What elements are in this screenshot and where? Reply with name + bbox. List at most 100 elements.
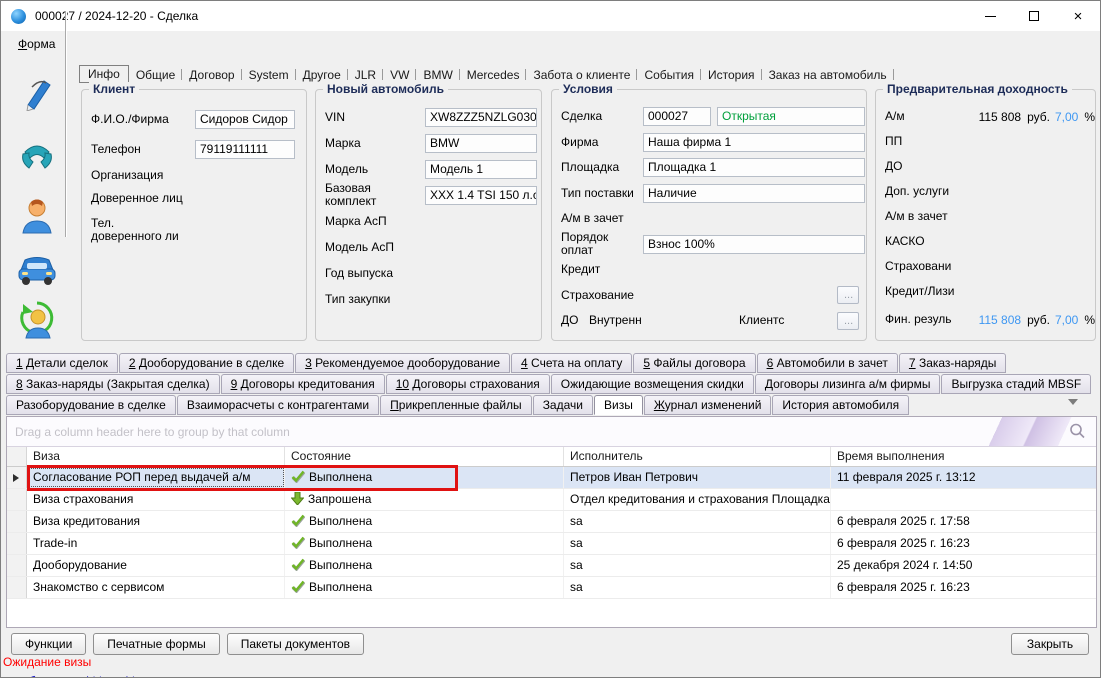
cell-executor[interactable]: sa <box>564 577 831 598</box>
cell-viza[interactable]: Дооборудование <box>27 555 285 576</box>
cell-time[interactable]: 6 февраля 2025 г. 16:23 <box>831 577 1096 598</box>
cell-viza[interactable]: Trade-in <box>27 533 285 554</box>
cell-viza[interactable]: Виза кредитования <box>27 511 285 532</box>
check-icon <box>291 513 305 532</box>
field-input[interactable]: XW8ZZZ5NZLG030261 <box>425 108 537 127</box>
menu-item-forma[interactable]: Форма <box>18 37 55 51</box>
maximize-icon[interactable] <box>1012 1 1056 31</box>
detail-tab-0-4[interactable]: 5 Файлы договора <box>633 353 755 373</box>
field-input[interactable]: 000027 <box>643 107 711 126</box>
close-form-button[interactable]: Закрыть <box>1011 633 1089 655</box>
top-tab-8[interactable]: Mercedes <box>460 66 527 83</box>
cell-time[interactable]: 11 февраля 2025 г. 13:12 <box>831 467 1096 488</box>
cell-viza[interactable]: Виза страхования <box>27 489 285 510</box>
person-icon[interactable] <box>15 195 59 237</box>
field-input-status[interactable]: Открытая <box>717 107 865 126</box>
detail-tab-2-3[interactable]: Задачи <box>533 395 593 415</box>
search-icon[interactable] <box>1068 422 1086 443</box>
cell-executor[interactable]: sa <box>564 555 831 576</box>
column-header-1[interactable]: Состояние <box>285 447 564 466</box>
field-input[interactable]: Сидоров Сидор <box>195 110 295 129</box>
column-header-0[interactable]: Виза <box>27 447 285 466</box>
cell-viza[interactable]: Согласование РОП перед выдачей а/м <box>27 467 285 488</box>
detail-tab-2-1[interactable]: Взаиморасчеты с контрагентами <box>177 395 379 415</box>
detail-tab-2-2[interactable]: Прикрепленные файлы <box>380 395 532 415</box>
chevron-down-icon[interactable] <box>1068 399 1078 405</box>
ellipsis-button[interactable]: ... <box>837 286 859 304</box>
minimize-icon[interactable] <box>968 1 1012 31</box>
field-input[interactable]: 79119111111 <box>195 140 295 159</box>
field-input[interactable]: XXX 1.4 TSI 150 л.с. ( <box>425 186 537 205</box>
column-header-3[interactable]: Время выполнения <box>831 447 1096 466</box>
car-icon[interactable] <box>15 249 59 291</box>
footer-button-0[interactable]: Функции <box>11 633 86 655</box>
field-input[interactable]: Наличие <box>643 184 865 203</box>
cell-time[interactable] <box>831 489 1096 510</box>
field-input[interactable]: Площадка 1 <box>643 158 865 177</box>
ellipsis-button[interactable]: ... <box>837 312 859 330</box>
top-tab-10[interactable]: События <box>637 66 701 83</box>
top-tab-3[interactable]: System <box>242 66 296 83</box>
detail-tab-0-0[interactable]: 1 Детали сделок <box>6 353 118 373</box>
top-tab-2[interactable]: Договор <box>182 66 241 83</box>
person-sync-icon[interactable] <box>15 299 59 341</box>
cell-state[interactable]: Выполнена <box>285 467 564 488</box>
table-row[interactable]: Виза кредитованияВыполненаsa6 февраля 20… <box>7 511 1096 533</box>
field-input[interactable]: BMW <box>425 134 537 153</box>
field-row: ФирмаНаша фирма 1 <box>552 130 866 156</box>
detail-tab-1-3[interactable]: Ожидающие возмещения скидки <box>551 374 754 394</box>
field-input[interactable]: Модель 1 <box>425 160 537 179</box>
top-tab-12[interactable]: Заказ на автомобиль <box>762 66 894 83</box>
cell-time[interactable]: 6 февраля 2025 г. 17:58 <box>831 511 1096 532</box>
top-tab-1[interactable]: Общие <box>129 66 182 83</box>
cell-executor[interactable]: sa <box>564 511 831 532</box>
cell-state[interactable]: Запрошена <box>285 489 564 510</box>
field-input[interactable]: Взнос 100% <box>643 235 865 254</box>
detail-tab-0-2[interactable]: 3 Рекомендуемое дооборудование <box>295 353 510 373</box>
cell-state[interactable]: Выполнена <box>285 511 564 532</box>
cell-viza[interactable]: Знакомство с сервисом <box>27 577 285 598</box>
table-row[interactable]: Согласование РОП перед выдачей а/мВыполн… <box>7 467 1096 489</box>
detail-tab-0-5[interactable]: 6 Автомобили в зачет <box>757 353 898 373</box>
detail-tab-2-6[interactable]: История автомобиля <box>772 395 909 415</box>
detail-tab-2-5[interactable]: Журнал изменений <box>644 395 772 415</box>
footer-button-2[interactable]: Пакеты документов <box>227 633 364 655</box>
top-tab-4[interactable]: Другое <box>296 66 348 83</box>
cell-state[interactable]: Выполнена <box>285 577 564 598</box>
cell-time[interactable]: 25 декабря 2024 г. 14:50 <box>831 555 1096 576</box>
top-tab-6[interactable]: VW <box>383 66 416 83</box>
detail-tab-1-2[interactable]: 10 Договоры страхования <box>386 374 550 394</box>
detail-tab-2-0[interactable]: Разоборудование в сделке <box>6 395 176 415</box>
table-row[interactable]: Виза страхованияЗапрошенаОтдел кредитова… <box>7 489 1096 511</box>
column-header-2[interactable]: Исполнитель <box>564 447 831 466</box>
top-tab-0[interactable]: Инфо <box>79 65 129 83</box>
top-tab-11[interactable]: История <box>701 66 762 83</box>
cell-executor[interactable]: Отдел кредитования и страхования Площадк… <box>564 489 831 510</box>
top-tab-7[interactable]: BMW <box>416 66 459 83</box>
phone-icon[interactable] <box>15 135 59 177</box>
detail-tab-0-1[interactable]: 2 Дооборудование в сделке <box>119 353 294 373</box>
close-icon[interactable]: × <box>1056 1 1100 31</box>
top-tab-5[interactable]: JLR <box>348 66 383 83</box>
cell-state[interactable]: Выполнена <box>285 533 564 554</box>
detail-tab-1-1[interactable]: 9 Договоры кредитования <box>221 374 385 394</box>
detail-tab-1-5[interactable]: Выгрузка стадий MBSF <box>941 374 1091 394</box>
table-row[interactable]: Trade-inВыполненаsa6 февраля 2025 г. 16:… <box>7 533 1096 555</box>
detail-tab-1-4[interactable]: Договоры лизинга а/м фирмы <box>755 374 941 394</box>
detail-tab-0-6[interactable]: 7 Заказ-наряды <box>899 353 1006 373</box>
field-label: VIN <box>325 111 425 124</box>
table-row[interactable]: Знакомство с сервисомВыполненаsa6 феврал… <box>7 577 1096 599</box>
cell-executor[interactable]: Петров Иван Петрович <box>564 467 831 488</box>
group-by-band[interactable]: Drag a column header here to group by th… <box>7 417 1096 447</box>
cell-state[interactable]: Выполнена <box>285 555 564 576</box>
cell-time[interactable]: 6 февраля 2025 г. 16:23 <box>831 533 1096 554</box>
pen-icon[interactable] <box>15 71 59 113</box>
detail-tab-0-3[interactable]: 4 Счета на оплату <box>511 353 632 373</box>
cell-executor[interactable]: sa <box>564 533 831 554</box>
table-row[interactable]: ДооборудованиеВыполненаsa25 декабря 2024… <box>7 555 1096 577</box>
detail-tab-1-0[interactable]: 8 Заказ-наряды (Закрытая сделка) <box>6 374 220 394</box>
top-tab-9[interactable]: Забота о клиенте <box>526 66 637 83</box>
footer-button-1[interactable]: Печатные формы <box>93 633 219 655</box>
detail-tab-2-4[interactable]: Визы <box>594 395 643 415</box>
field-input[interactable]: Наша фирма 1 <box>643 133 865 152</box>
